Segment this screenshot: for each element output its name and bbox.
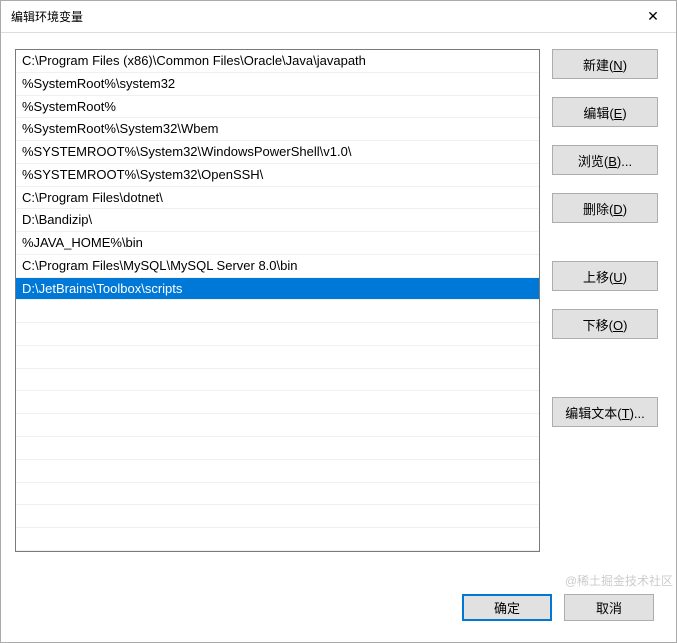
- list-item[interactable]: %SystemRoot%\system32: [16, 73, 539, 96]
- list-item-empty[interactable]: [16, 528, 539, 551]
- list-item-empty[interactable]: [16, 505, 539, 528]
- list-item[interactable]: %SystemRoot%: [16, 96, 539, 119]
- close-icon: ✕: [647, 8, 659, 25]
- edit-button[interactable]: 编辑(E): [552, 97, 658, 127]
- browse-button[interactable]: 浏览(B)...: [552, 145, 658, 175]
- side-button-panel: 新建(N) 编辑(E) 浏览(B)... 删除(D) 上移(U) 下移(O) 编…: [552, 49, 662, 574]
- list-item[interactable]: %SystemRoot%\System32\Wbem: [16, 118, 539, 141]
- titlebar: 编辑环境变量 ✕: [1, 1, 676, 33]
- path-listbox[interactable]: C:\Program Files (x86)\Common Files\Orac…: [15, 49, 540, 552]
- list-item-empty[interactable]: [16, 369, 539, 392]
- list-item[interactable]: D:\JetBrains\Toolbox\scripts: [16, 278, 539, 301]
- move-up-button[interactable]: 上移(U): [552, 261, 658, 291]
- list-item-empty[interactable]: [16, 323, 539, 346]
- list-item-empty[interactable]: [16, 483, 539, 506]
- list-item[interactable]: %SYSTEMROOT%\System32\OpenSSH\: [16, 164, 539, 187]
- ok-button[interactable]: 确定: [462, 594, 552, 621]
- dialog-window: 编辑环境变量 ✕ C:\Program Files (x86)\Common F…: [0, 0, 677, 643]
- cancel-button[interactable]: 取消: [564, 594, 654, 621]
- list-item-empty[interactable]: [16, 346, 539, 369]
- new-button[interactable]: 新建(N): [552, 49, 658, 79]
- list-item[interactable]: C:\Program Files\MySQL\MySQL Server 8.0\…: [16, 255, 539, 278]
- close-button[interactable]: ✕: [630, 1, 676, 32]
- list-item-empty[interactable]: [16, 437, 539, 460]
- list-item[interactable]: %JAVA_HOME%\bin: [16, 232, 539, 255]
- list-item[interactable]: C:\Program Files\dotnet\: [16, 187, 539, 210]
- window-title: 编辑环境变量: [11, 8, 83, 25]
- edit-text-button[interactable]: 编辑文本(T)...: [552, 397, 658, 427]
- content-area: C:\Program Files (x86)\Common Files\Orac…: [1, 33, 676, 584]
- list-item[interactable]: %SYSTEMROOT%\System32\WindowsPowerShell\…: [16, 141, 539, 164]
- list-item[interactable]: D:\Bandizip\: [16, 209, 539, 232]
- list-item[interactable]: C:\Program Files (x86)\Common Files\Orac…: [16, 50, 539, 73]
- list-item-empty[interactable]: [16, 300, 539, 323]
- move-down-button[interactable]: 下移(O): [552, 309, 658, 339]
- list-item-empty[interactable]: [16, 414, 539, 437]
- list-item-empty[interactable]: [16, 391, 539, 414]
- list-item-empty[interactable]: [16, 460, 539, 483]
- footer: 确定 取消: [1, 584, 676, 642]
- delete-button[interactable]: 删除(D): [552, 193, 658, 223]
